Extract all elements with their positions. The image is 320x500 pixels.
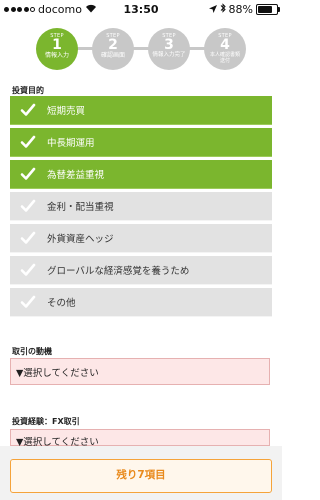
status-bar: docomo 13:50 88% (0, 0, 282, 20)
step-3: STEP 3 情報入力完了 (148, 28, 190, 70)
checkbox-unchecked-icon[interactable] (19, 293, 37, 311)
checkbox-checked-icon[interactable] (19, 165, 37, 183)
step-number: 2 (108, 37, 118, 53)
step-indicator: STEP 1 情報入力 STEP 2 確認画面 STEP 3 情報入力完了 ST… (36, 28, 246, 72)
checkbox-checked-icon[interactable] (19, 133, 37, 151)
option-label: その他 (47, 298, 76, 309)
option-label: 為替差益重視 (47, 170, 105, 181)
battery-percent: 88% (228, 3, 253, 16)
step-name: 情報入力 (44, 52, 69, 59)
option-interest-dividend[interactable]: 金利・配当重視 (10, 192, 272, 221)
checkbox-unchecked-icon[interactable] (19, 261, 37, 279)
option-label: 外貨資産ヘッジ (47, 234, 114, 245)
option-short-term[interactable]: 短期売買 (10, 96, 272, 125)
option-mid-long-term[interactable]: 中長期運用 (10, 128, 272, 157)
option-label: 短期売買 (47, 106, 86, 117)
battery-icon (256, 4, 280, 15)
investment-purpose-label: 投資目的 (12, 86, 44, 95)
option-label: 中長期運用 (47, 138, 95, 149)
remaining-items-button[interactable]: 残り7項目 (10, 459, 272, 493)
step-number: 1 (52, 37, 62, 53)
option-other[interactable]: その他 (10, 288, 272, 317)
step-name: 本人確認書類送付 (209, 52, 240, 64)
trade-motive-select[interactable]: ▼選択してください (10, 358, 270, 385)
checkbox-unchecked-icon[interactable] (19, 197, 37, 215)
option-fx-asset-hedge[interactable]: 外貨資産ヘッジ (10, 224, 272, 253)
fx-experience-select[interactable]: ▼選択してください (10, 429, 270, 448)
location-icon (208, 3, 217, 16)
option-label: グローバルな経済感覚を養うため (47, 266, 190, 277)
fx-experience-label: 投資経験：FX取引 (12, 417, 80, 426)
step-connector (56, 47, 224, 50)
option-label: 金利・配当重視 (47, 202, 114, 213)
bluetooth-icon (220, 3, 226, 16)
step-number: 4 (220, 37, 230, 53)
option-global-sense[interactable]: グローバルな経済感覚を養うため (10, 256, 272, 285)
step-name: 確認画面 (100, 52, 125, 59)
step-1: STEP 1 情報入力 (36, 28, 78, 70)
step-2: STEP 2 確認画面 (92, 28, 134, 70)
status-right: 88% (208, 3, 280, 16)
step-number: 3 (164, 37, 174, 53)
option-fx-gain[interactable]: 為替差益重視 (10, 160, 272, 189)
step-name: 情報入力完了 (152, 52, 186, 58)
checkbox-unchecked-icon[interactable] (19, 229, 37, 247)
checkbox-checked-icon[interactable] (19, 101, 37, 119)
trade-motive-label: 取引の動機 (12, 347, 52, 356)
step-4: STEP 4 本人確認書類送付 (204, 28, 246, 70)
